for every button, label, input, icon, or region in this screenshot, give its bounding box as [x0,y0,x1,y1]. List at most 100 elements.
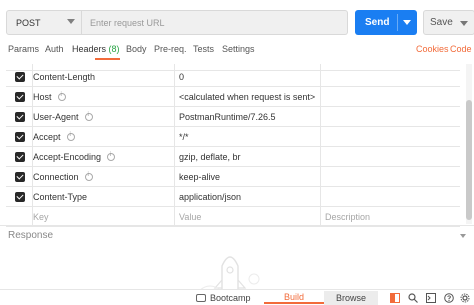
tab-headers-label: Headers [72,44,107,54]
description-cell[interactable] [320,107,460,127]
info-icon[interactable] [66,132,75,141]
chevron-down-icon[interactable] [460,21,468,26]
code-link[interactable]: Code [450,44,472,54]
tab-headers-count: (8) [108,44,120,54]
status-bar: Bootcamp Build Browse [0,289,474,305]
active-tab-indicator [95,58,120,60]
value-cell[interactable]: <calculated when request is sent> [174,87,320,107]
info-icon[interactable] [84,172,93,181]
header-value: keep-alive [179,172,221,182]
checkbox-checked-icon[interactable] [15,192,25,202]
value-cell[interactable]: application/json [174,187,320,207]
key-cell[interactable]: Content-Length [32,67,174,87]
chevron-down-icon [67,19,75,24]
value-cell[interactable]: PostmanRuntime/7.26.5 [174,107,320,127]
value-cell[interactable]: 0 [174,67,320,87]
header-value: 0 [179,72,185,82]
table-row: User-Agent PostmanRuntime/7.26.5 [6,107,460,127]
description-input[interactable]: Description [320,207,460,227]
url-placeholder: Enter request URL [90,17,165,28]
key-cell[interactable]: Accept [32,127,174,147]
settings-icon[interactable] [460,293,470,303]
info-icon[interactable] [57,92,66,101]
description-cell[interactable] [320,167,460,187]
row-checkbox[interactable] [6,167,26,187]
row-checkbox[interactable] [6,67,26,87]
key-cell[interactable]: Content-Type [32,187,174,207]
row-checkbox[interactable] [6,187,26,207]
tab-auth[interactable]: Auth [45,44,64,54]
header-value: <calculated when request is sent> [179,92,316,102]
request-bar: POST Enter request URL Send Save [6,10,474,35]
save-label: Save [430,17,453,28]
description-cell[interactable] [320,67,460,87]
browse-button[interactable]: Browse [324,291,378,305]
header-key: Connection [33,172,79,182]
save-button[interactable]: Save [423,10,474,35]
row-checkbox[interactable] [6,127,26,147]
description-cell[interactable] [320,87,460,107]
checkbox-checked-icon[interactable] [15,172,25,182]
header-value: */* [179,132,189,142]
bootcamp-icon [196,294,206,302]
checkbox-checked-icon[interactable] [15,72,25,82]
description-placeholder: Description [325,212,371,222]
key-cell[interactable]: User-Agent [32,107,174,127]
send-button[interactable]: Send [355,10,417,35]
key-input[interactable]: Key [32,207,174,227]
tab-pre-request[interactable]: Pre-req. [154,44,187,54]
header-key: User-Agent [33,112,79,122]
header-key: Content-Type [33,192,88,202]
description-cell[interactable] [320,147,460,167]
tab-body[interactable]: Body [126,44,147,54]
help-icon[interactable] [444,293,454,303]
request-tabs: Params Auth Headers (8) Body Pre-req. Te… [0,41,474,61]
header-key: Content-Length [33,72,96,82]
chevron-down-icon[interactable] [403,20,411,25]
table-row-new: Key Value Description [6,207,460,227]
table-row: Connection keep-alive [6,167,460,187]
checkbox-checked-icon[interactable] [15,112,25,122]
tab-headers[interactable]: Headers (8) [72,44,120,54]
info-icon[interactable] [84,112,93,121]
tab-params[interactable]: Params [8,44,39,54]
header-value: gzip, deflate, br [179,152,241,162]
info-icon[interactable] [107,152,116,161]
method-select[interactable]: POST [6,10,82,35]
send-divider [397,14,398,31]
header-value: application/json [179,192,242,202]
console-icon[interactable] [426,293,436,303]
value-cell[interactable]: keep-alive [174,167,320,187]
key-cell[interactable]: Connection [32,167,174,187]
url-input[interactable]: Enter request URL [82,10,348,35]
table-row: Content-Length 0 [6,67,460,87]
cookies-link[interactable]: Cookies [416,44,449,54]
value-cell[interactable]: gzip, deflate, br [174,147,320,167]
checkbox-checked-icon[interactable] [15,92,25,102]
key-cell[interactable]: Accept-Encoding [32,147,174,167]
checkbox-checked-icon[interactable] [15,132,25,142]
bootcamp-button[interactable]: Bootcamp [196,293,251,303]
header-key: Accept [33,132,61,142]
table-row: Host <calculated when request is sent> [6,87,460,107]
value-input[interactable]: Value [174,207,320,227]
find-replace-icon[interactable] [408,293,418,303]
description-cell[interactable] [320,127,460,147]
table-row: Content-Type application/json [6,187,460,207]
scrollbar-thumb[interactable] [466,100,472,220]
headers-table: Content-Length 0 Host <calculated when r… [6,64,460,227]
value-cell[interactable]: */* [174,127,320,147]
two-pane-icon[interactable] [390,293,400,303]
checkbox-checked-icon[interactable] [15,152,25,162]
key-cell[interactable]: Host [32,87,174,107]
tab-tests[interactable]: Tests [193,44,214,54]
row-checkbox[interactable] [6,107,26,127]
description-cell[interactable] [320,187,460,207]
chevron-down-icon[interactable] [460,234,466,238]
row-checkbox[interactable] [6,87,26,107]
response-divider [0,225,474,226]
build-button[interactable]: Build [264,292,324,304]
row-checkbox-empty [6,207,26,227]
tab-settings[interactable]: Settings [222,44,255,54]
row-checkbox[interactable] [6,147,26,167]
